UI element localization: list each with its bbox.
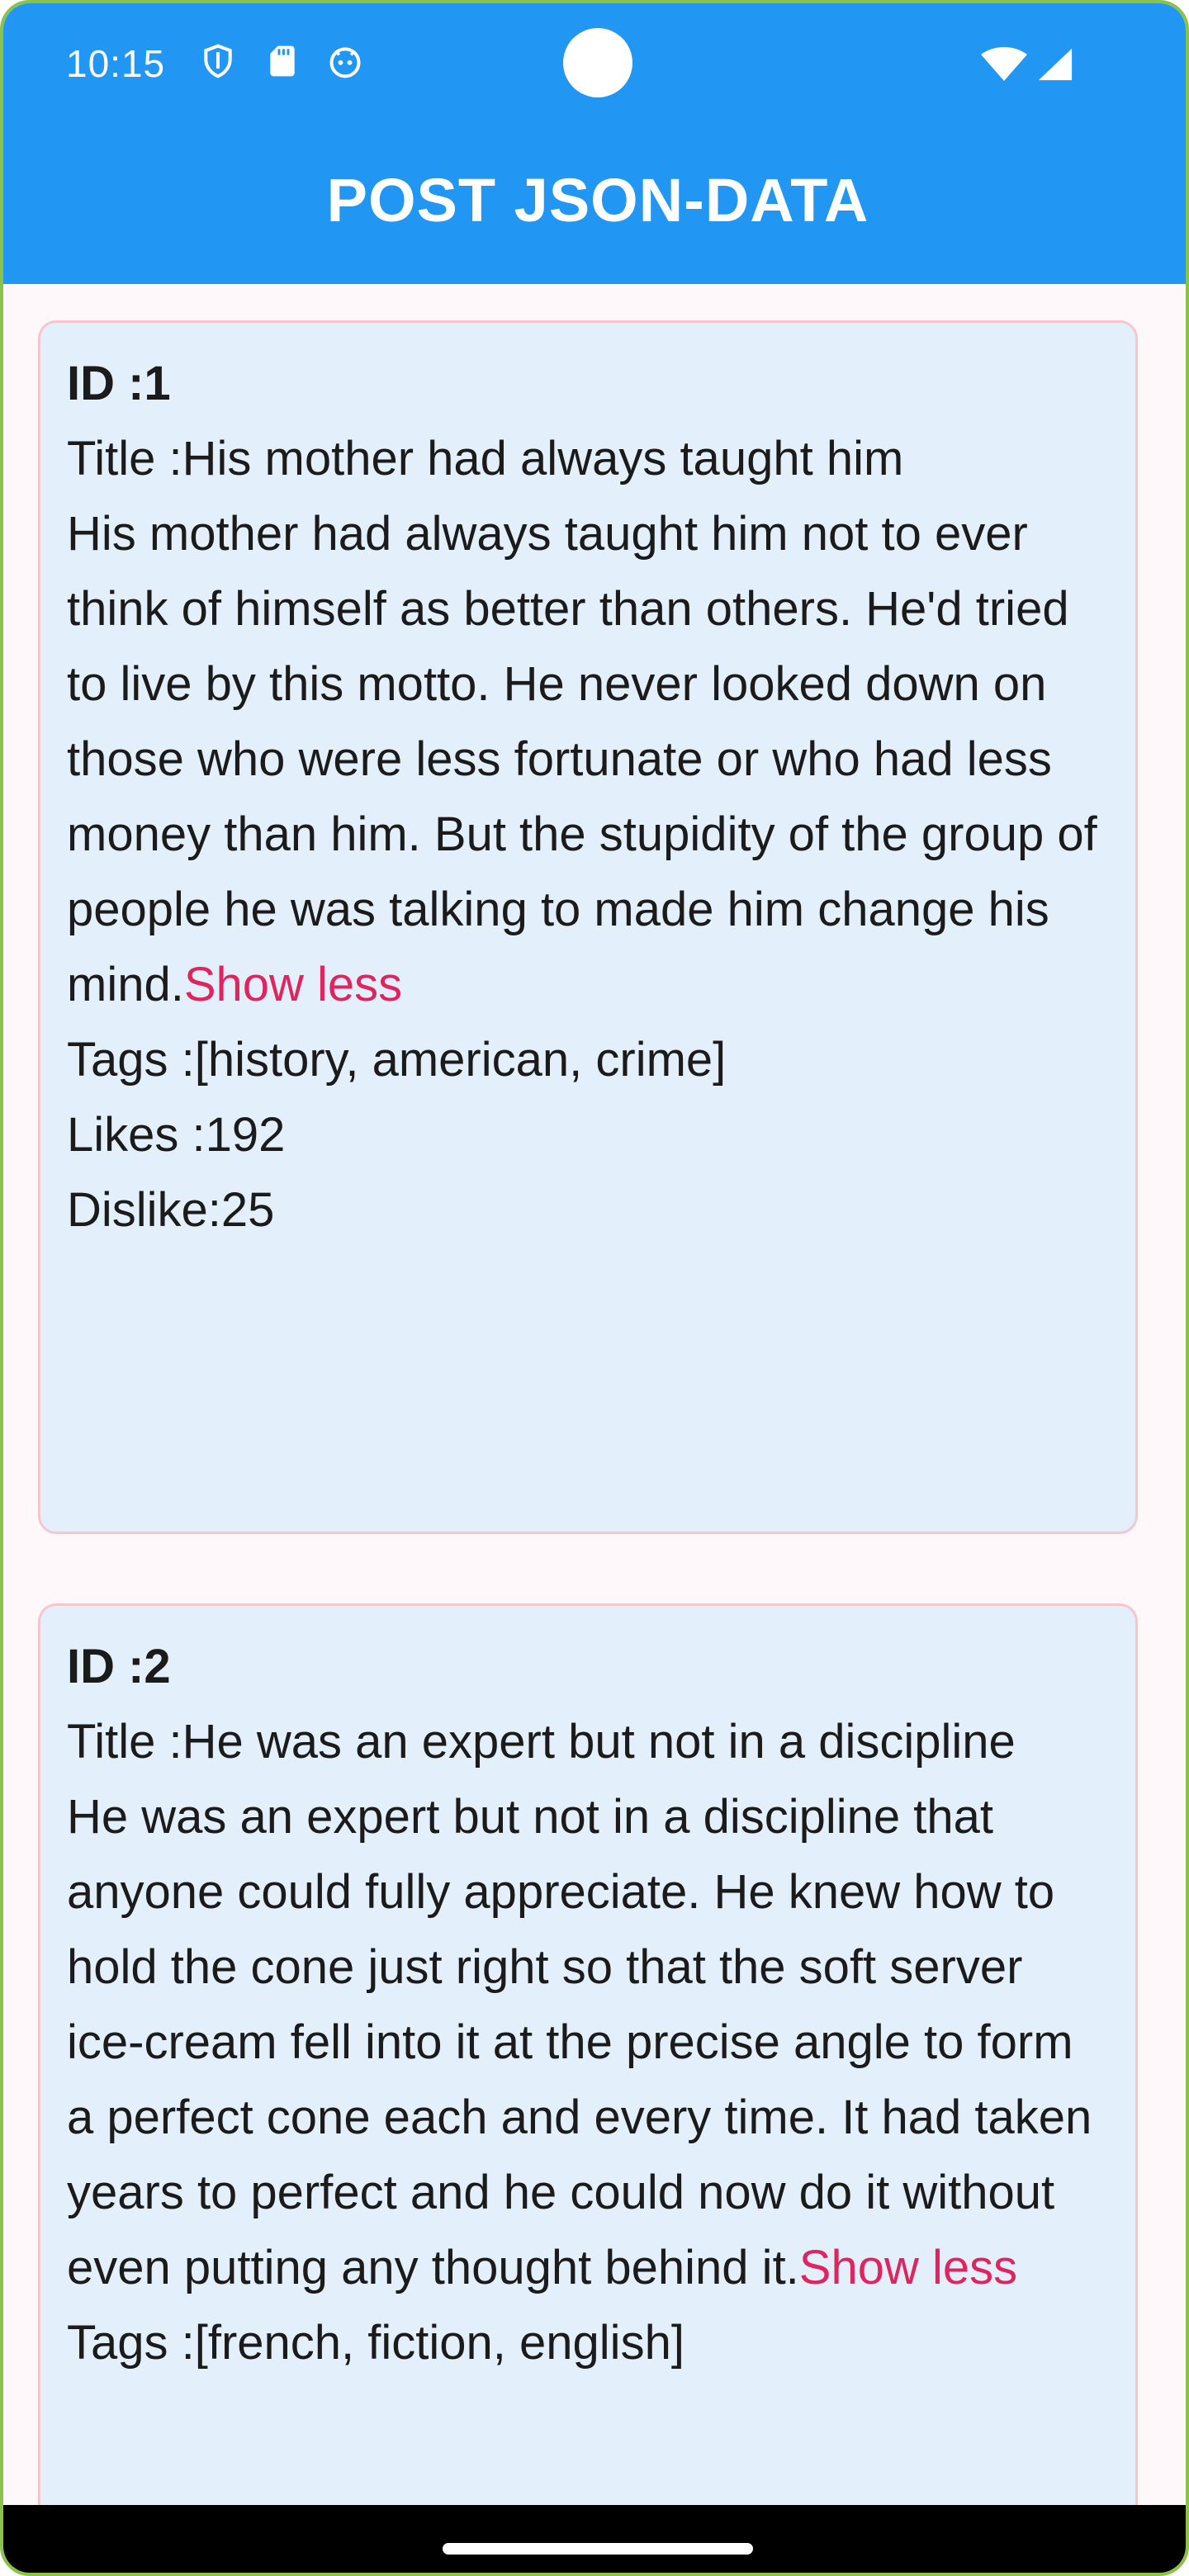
wifi-icon <box>981 47 1027 81</box>
post-body: He was an expert but not in a discipline… <box>67 1779 1111 2305</box>
post-tags: Tags :[history, american, crime] <box>67 1033 727 1087</box>
shield-icon <box>204 44 232 78</box>
post-card: ID :2 Title :He was an expert but not in… <box>38 1603 1138 2505</box>
front-camera <box>563 28 632 97</box>
show-less-link[interactable]: Show less <box>799 2241 1017 2294</box>
robot-icon <box>329 47 361 78</box>
post-title: Title :His mother had always taught him <box>67 432 904 485</box>
phone-screen: 10:15 POST JSON-DATA ID:1 Title:His mo… <box>0 0 1189 2576</box>
post-body: His mother had always taught him not to … <box>67 496 1111 1022</box>
home-gesture-handle[interactable] <box>443 2543 753 2555</box>
post-body-text: He was an expert but not in a discipline… <box>67 1790 1092 2294</box>
post-tags: Tags :[french, fiction, english] <box>67 2316 685 2370</box>
post-body-text: His mother had always taught him not to … <box>67 507 1097 1011</box>
post-title: Title :He was an expert but not in a dis… <box>67 1715 1016 1769</box>
signal-icon <box>1038 48 1073 81</box>
status-time: 10:15 <box>66 42 166 85</box>
post-id: ID :1 <box>67 357 171 410</box>
post-id: ID :2 <box>67 1640 171 1693</box>
post-likes: Likes :192 <box>67 1108 286 1162</box>
app-bar: 10:15 POST JSON-DATA <box>3 3 1186 284</box>
post-card: ID :1 Title :His mother had always taugh… <box>38 320 1138 1534</box>
status-bar: 10:15 <box>3 3 1186 127</box>
post-dislikes: Dislike:25 <box>67 1183 275 1237</box>
sd-card-icon <box>270 45 295 77</box>
post-list[interactable]: ID :1 Title :His mother had always taugh… <box>3 284 1186 2505</box>
page-title: POST JSON-DATA <box>326 166 869 234</box>
show-less-link[interactable]: Show less <box>184 958 402 1011</box>
system-navigation-bar <box>3 2505 1186 2573</box>
